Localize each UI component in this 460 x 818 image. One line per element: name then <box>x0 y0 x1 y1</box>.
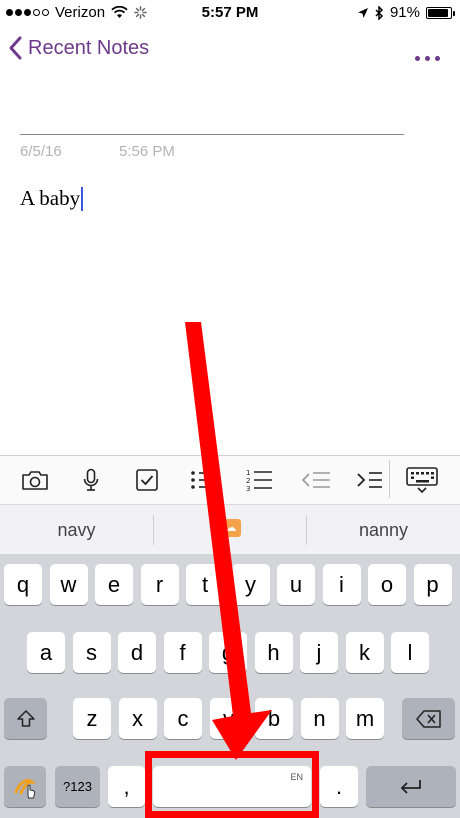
svg-text:2: 2 <box>246 477 250 485</box>
shift-key[interactable] <box>4 698 47 739</box>
checkbox-button[interactable] <box>132 467 162 493</box>
key-q[interactable]: q <box>4 564 42 605</box>
back-to-recent-notes-button[interactable]: Recent Notes <box>8 36 149 60</box>
key-y[interactable]: y <box>231 564 270 605</box>
key-w[interactable]: w <box>49 564 88 605</box>
period-key[interactable]: . <box>320 766 358 807</box>
back-label: Recent Notes <box>28 36 150 59</box>
key-s[interactable]: s <box>72 632 111 673</box>
location-arrow-icon <box>357 7 368 18</box>
comma-key[interactable]: , <box>108 766 145 807</box>
key-f[interactable]: f <box>163 632 202 673</box>
keyboard: qwertyuiop asdfghjkl zxcvbnm ?123 , EN . <box>0 554 460 818</box>
key-t[interactable]: t <box>186 564 224 605</box>
key-a[interactable]: a <box>27 632 65 673</box>
more-dot-icon <box>435 56 440 61</box>
key-h[interactable]: h <box>254 632 293 673</box>
suggestion-right[interactable]: nanny <box>307 520 460 541</box>
shift-icon <box>16 709 35 727</box>
battery-percentage: 91% <box>389 4 420 21</box>
space-language-label: EN <box>290 772 303 782</box>
key-g[interactable]: g <box>209 632 247 673</box>
status-bar: Verizon 5:57 PM 91% <box>0 0 460 28</box>
suggestion-divider <box>153 515 154 545</box>
note-date: 6/5/16 <box>20 143 62 160</box>
key-m[interactable]: m <box>346 698 384 739</box>
numbers-key[interactable]: ?123 <box>55 766 100 807</box>
key-d[interactable]: d <box>118 632 156 673</box>
note-time: 5:56 PM <box>119 143 175 160</box>
bullet-list-icon <box>191 471 215 489</box>
suggestion-left[interactable]: navy <box>0 520 153 541</box>
key-b[interactable]: b <box>255 698 293 739</box>
key-c[interactable]: c <box>164 698 202 739</box>
battery-icon <box>426 6 455 19</box>
key-v[interactable]: v <box>209 698 248 739</box>
camera-icon <box>22 471 48 490</box>
key-k[interactable]: k <box>345 632 384 673</box>
indent-icon <box>357 472 382 488</box>
indent-button[interactable] <box>354 467 384 493</box>
status-right: 91% <box>357 4 455 21</box>
bluetooth-icon <box>375 5 384 20</box>
swype-logo-icon <box>14 778 37 798</box>
space-key[interactable]: EN <box>153 766 311 807</box>
return-key[interactable] <box>366 766 456 807</box>
key-l[interactable]: l <box>391 632 429 673</box>
battery-fill <box>428 8 449 17</box>
key-j[interactable]: j <box>300 632 338 673</box>
key-r[interactable]: r <box>140 564 179 605</box>
note-title-divider <box>20 134 404 135</box>
more-dot-icon <box>415 56 420 61</box>
chevron-left-icon <box>9 36 22 60</box>
key-x[interactable]: x <box>118 698 157 739</box>
camera-button[interactable] <box>20 467 50 493</box>
toolbar-separator <box>389 460 390 498</box>
backspace-icon <box>415 709 441 728</box>
svg-text:1: 1 <box>246 469 250 477</box>
dictation-button[interactable] <box>76 467 106 493</box>
more-dot-icon <box>425 56 430 61</box>
backspace-key[interactable] <box>402 698 455 739</box>
note-body-editor[interactable]: A baby <box>20 186 84 211</box>
more-options-button[interactable] <box>415 56 440 61</box>
text-cursor <box>81 186 84 211</box>
note-text: A baby <box>20 186 81 210</box>
suggestion-bar: navy ☁ nanny <box>0 504 460 554</box>
swype-key[interactable] <box>4 766 46 807</box>
key-i[interactable]: i <box>322 564 361 605</box>
svg-text:3: 3 <box>246 485 250 492</box>
key-e[interactable]: e <box>95 564 133 605</box>
outdent-icon <box>301 472 330 488</box>
return-icon <box>400 779 421 794</box>
keyboard-dismiss-icon <box>406 467 438 494</box>
formatting-toolbar: 1 2 3 <box>0 455 460 504</box>
emoji-suggestion-icon[interactable]: ☁ <box>221 519 241 537</box>
microphone-icon <box>83 468 99 491</box>
checkbox-icon <box>136 469 158 491</box>
key-u[interactable]: u <box>277 564 315 605</box>
numbered-list-button[interactable]: 1 2 3 <box>244 467 274 493</box>
key-p[interactable]: p <box>413 564 452 605</box>
bullet-list-button[interactable] <box>188 467 218 493</box>
numbered-list-icon: 1 2 3 <box>246 469 272 492</box>
key-o[interactable]: o <box>368 564 406 605</box>
key-n[interactable]: n <box>300 698 339 739</box>
key-z[interactable]: z <box>73 698 111 739</box>
hide-keyboard-button[interactable] <box>405 467 439 494</box>
outdent-button[interactable] <box>301 467 331 493</box>
